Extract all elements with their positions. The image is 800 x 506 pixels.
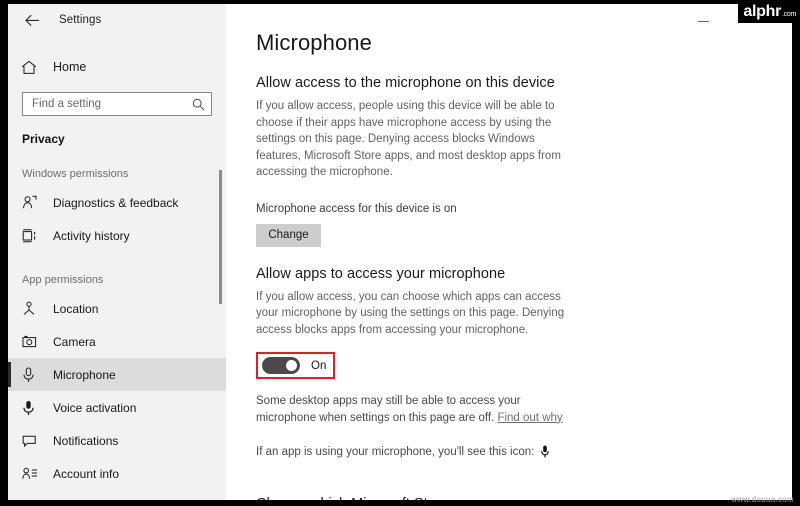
watermark-bottom-right: www.douua.com	[731, 495, 794, 504]
notifications-icon	[22, 434, 42, 448]
sidebar-item-home-label: Home	[53, 60, 87, 74]
main-content: Microphone Allow access to the microphon…	[226, 4, 792, 500]
watermark-top-right: alphr .com	[738, 2, 800, 23]
sidebar-category-label: Privacy	[22, 132, 65, 146]
section-heading-store-apps: Choose which Microsoft Store apps can ac…	[256, 494, 556, 500]
account-info-icon	[22, 467, 42, 480]
search-container	[8, 82, 226, 116]
location-icon	[22, 301, 42, 316]
sidebar-item-location-label: Location	[53, 301, 99, 316]
section-heading-device-access: Allow access to the microphone on this d…	[256, 75, 555, 91]
watermark-domain: .com	[782, 11, 796, 18]
sidebar-item-activity-history[interactable]: Activity history	[8, 219, 226, 252]
search-input[interactable]	[32, 98, 192, 110]
microphone-in-use-note: If an app is using your microphone, you'…	[256, 445, 792, 458]
voice-activation-icon	[22, 400, 42, 416]
app-title: Settings	[59, 14, 102, 26]
section-heading-apps-access: Allow apps to access your microphone	[256, 265, 506, 282]
sidebar-group-label-windows-permissions: Windows permissions	[22, 168, 129, 180]
toggle-knob	[286, 360, 297, 371]
toggle-state-label: On	[311, 359, 327, 372]
sidebar-item-notifications[interactable]: Notifications	[8, 424, 226, 457]
sidebar-item-account-info-label: Account info	[53, 466, 120, 481]
search-icon[interactable]	[192, 98, 205, 111]
sidebar-item-voice-activation-label: Voice activation	[53, 400, 137, 415]
back-icon[interactable]	[18, 8, 46, 32]
sidebar-item-diagnostics-feedback-label: Diagnostics & feedback	[53, 195, 179, 210]
settings-window: Settings Home Find a setting Privacy Win…	[8, 4, 792, 500]
toggle-highlight-box: On	[256, 352, 336, 379]
sidebar-item-notifications-label: Notifications	[53, 433, 119, 448]
sidebar-titlebar: Settings	[8, 4, 226, 36]
find-out-why-link[interactable]: Find out why	[497, 412, 562, 424]
sidebar-item-camera-label: Camera	[53, 334, 96, 349]
activity-history-icon	[22, 228, 42, 243]
device-access-status: Microphone access for this device is on	[256, 202, 457, 215]
minimize-icon	[697, 20, 709, 22]
diagnostics-icon	[22, 195, 42, 210]
sidebar-scrollbar-thumb[interactable]	[219, 170, 222, 304]
sidebar-group-label-app-permissions: App permissions	[22, 274, 104, 286]
apps-microphone-toggle[interactable]	[262, 357, 300, 374]
desktop-apps-note-text: Some desktop apps may still be able to a…	[256, 395, 521, 424]
desktop-apps-note: Some desktop apps may still be able to a…	[256, 393, 570, 426]
minimize-button[interactable]	[686, 10, 720, 32]
home-icon	[21, 60, 43, 75]
sidebar-item-voice-activation[interactable]: Voice activation	[8, 391, 226, 424]
microphone-indicator-icon	[541, 445, 550, 458]
sidebar-item-home[interactable]: Home	[8, 52, 226, 82]
sidebar-item-microphone-label: Microphone	[53, 367, 116, 382]
sidebar: Settings Home Find a setting Privacy Win…	[8, 4, 226, 500]
section-body-device-access: If you allow access, people using this d…	[256, 100, 561, 178]
watermark-brand: alphr	[743, 3, 782, 20]
section-body-apps-access: If you allow access, you can choose whic…	[256, 290, 565, 336]
microphone-in-use-note-label: If an app is using your microphone, you'…	[256, 445, 535, 458]
search-box[interactable]	[22, 92, 212, 116]
sidebar-item-microphone[interactable]: Microphone	[8, 358, 226, 391]
sidebar-item-diagnostics-feedback[interactable]: Diagnostics & feedback	[8, 186, 226, 219]
change-button[interactable]: Change	[256, 223, 321, 247]
microphone-icon	[22, 367, 42, 383]
sidebar-item-location[interactable]: Location	[8, 292, 226, 325]
sidebar-item-account-info[interactable]: Account info	[8, 457, 226, 490]
sidebar-item-camera[interactable]: Camera	[8, 325, 226, 358]
camera-icon	[22, 335, 42, 348]
page-title: Microphone	[256, 30, 372, 55]
screenshot-root: Settings Home Find a setting Privacy Win…	[0, 0, 800, 506]
sidebar-item-activity-history-label: Activity history	[53, 228, 130, 243]
sidebar-scrollbar[interactable]	[216, 4, 226, 500]
